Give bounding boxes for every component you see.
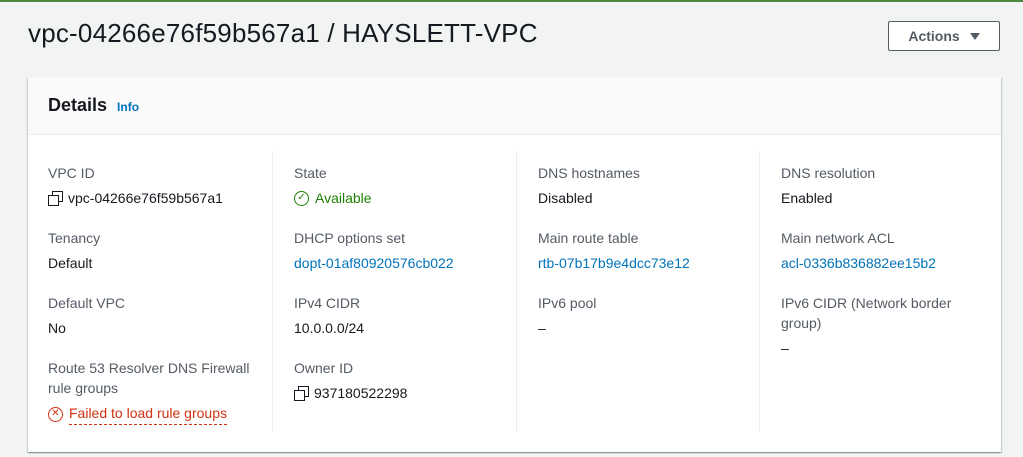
main-route-table-label: Main route table (538, 230, 639, 246)
main-acl-value-row: acl-0336b836882ee15b2 (781, 253, 1001, 273)
tenancy-label: Tenancy (48, 230, 101, 246)
vpc-id-label: VPC ID (48, 165, 95, 181)
caret-down-icon (969, 32, 980, 40)
dns-resolution-label: DNS resolution (781, 165, 876, 181)
ipv6-cidr-label: IPv6 CIDR (Network border group) (781, 295, 952, 331)
copy-icon[interactable] (294, 386, 309, 401)
field-owner-id: Owner ID 937180522298 (294, 358, 514, 403)
field-dns-hostnames: DNS hostnames Disabled (538, 163, 758, 208)
owner-id-value-row: 937180522298 (294, 383, 514, 403)
main-acl-link[interactable]: acl-0336b836882ee15b2 (781, 253, 936, 273)
field-ipv4-cidr: IPv4 CIDR 10.0.0.0/24 (294, 293, 514, 338)
details-panel: Details Info VPC ID vpc-04266e76f59b567a… (28, 77, 1001, 452)
dhcp-label: DHCP options set (294, 230, 406, 246)
details-grid: VPC ID vpc-04266e76f59b567a1 Tenancy Def… (28, 136, 1001, 452)
state-value: Available (315, 190, 372, 206)
details-column-2: State ✓ Available DHCP options set dopt-… (272, 151, 515, 432)
check-circle-icon: ✓ (294, 190, 309, 206)
owner-id-label: Owner ID (294, 360, 354, 376)
dns-resolution-value: Enabled (781, 190, 833, 206)
details-column-4: DNS resolution Enabled Main network ACL … (759, 151, 1001, 432)
route53-error-link[interactable]: Failed to load rule groups (69, 403, 227, 425)
state-value-row: ✓ Available (294, 188, 514, 208)
field-dns-resolution: DNS resolution Enabled (781, 163, 1001, 208)
owner-id-value: 937180522298 (314, 385, 408, 401)
state-label: State (294, 165, 327, 181)
field-dhcp: DHCP options set dopt-01af80920576cb022 (294, 228, 514, 273)
field-vpc-id: VPC ID vpc-04266e76f59b567a1 (48, 163, 268, 208)
ipv4-cidr-label: IPv4 CIDR (294, 295, 361, 311)
field-state: State ✓ Available (294, 163, 514, 208)
info-link[interactable]: Info (117, 100, 139, 114)
dns-hostnames-label: DNS hostnames (538, 165, 640, 181)
top-accent-bar (0, 0, 1023, 2)
error-circle-icon: ✕ (48, 406, 63, 422)
field-ipv6-pool: IPv6 pool – (538, 293, 758, 338)
details-column-3: DNS hostnames Disabled Main route table … (516, 151, 759, 432)
field-ipv6-cidr: IPv6 CIDR (Network border group) – (781, 293, 981, 358)
actions-button[interactable]: Actions (888, 21, 1000, 51)
tenancy-value: Default (48, 255, 93, 271)
vpc-id-value-row: vpc-04266e76f59b567a1 (48, 188, 268, 208)
actions-label: Actions (908, 28, 960, 44)
route53-value-row: ✕ Failed to load rule groups (48, 403, 263, 425)
dhcp-options-link[interactable]: dopt-01af80920576cb022 (294, 253, 454, 273)
main-route-table-link[interactable]: rtb-07b17b9e4dcc73e12 (538, 253, 690, 273)
route53-label: Route 53 Resolver DNS Firewall rule grou… (48, 360, 250, 396)
dns-hostnames-value: Disabled (538, 190, 593, 206)
main-route-table-value-row: rtb-07b17b9e4dcc73e12 (538, 253, 758, 273)
default-vpc-label: Default VPC (48, 295, 126, 311)
ipv6-pool-label: IPv6 pool (538, 295, 597, 311)
field-route53-firewall: Route 53 Resolver DNS Firewall rule grou… (48, 358, 263, 425)
field-tenancy: Tenancy Default (48, 228, 268, 273)
ipv6-cidr-value: – (781, 340, 789, 356)
main-acl-label: Main network ACL (781, 230, 895, 246)
field-main-route-table: Main route table rtb-07b17b9e4dcc73e12 (538, 228, 758, 273)
default-vpc-value: No (48, 320, 66, 336)
details-title: Details (48, 95, 108, 115)
details-column-1: VPC ID vpc-04266e76f59b567a1 Tenancy Def… (48, 151, 271, 432)
vpc-id-value: vpc-04266e76f59b567a1 (68, 190, 223, 206)
copy-icon[interactable] (48, 191, 63, 206)
field-main-network-acl: Main network ACL acl-0336b836882ee15b2 (781, 228, 1001, 273)
details-header: Details Info (28, 77, 1001, 135)
ipv6-pool-value: – (538, 320, 546, 336)
ipv4-cidr-value: 10.0.0.0/24 (294, 320, 365, 336)
page-title: vpc-04266e76f59b567a1 / HAYSLETT-VPC (28, 18, 538, 48)
field-default-vpc: Default VPC No (48, 293, 268, 338)
dhcp-value-row: dopt-01af80920576cb022 (294, 253, 514, 273)
